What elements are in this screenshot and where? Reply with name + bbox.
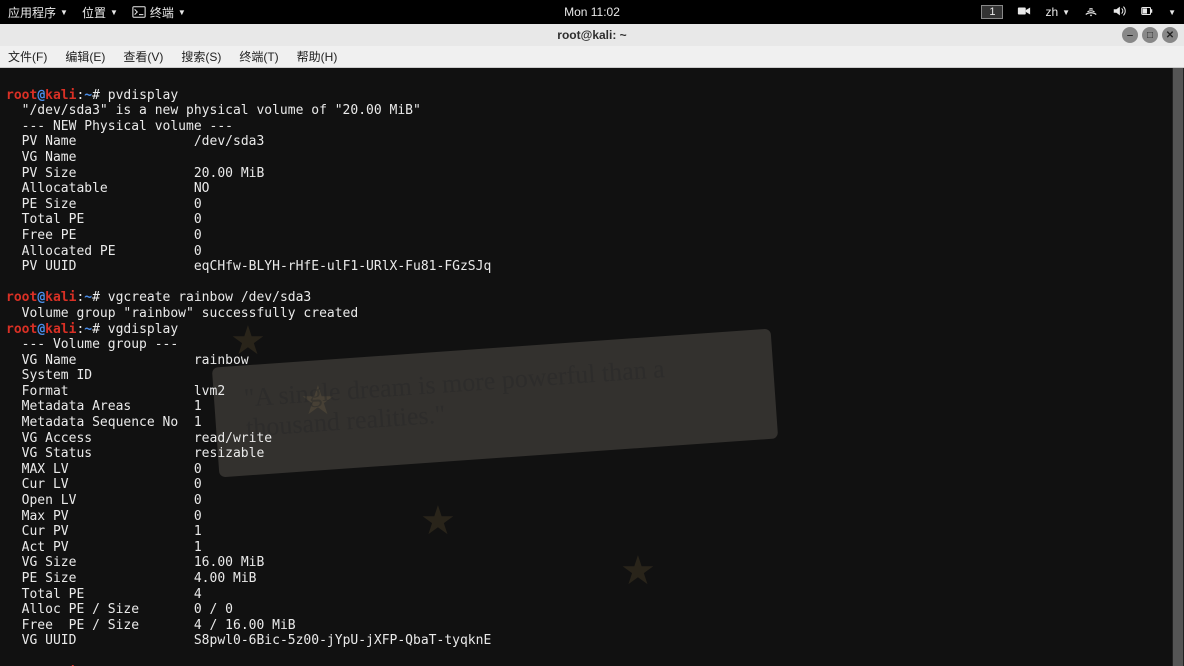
workspace-indicator[interactable]: 1 [981,5,1003,19]
kv-row: Allocated PE 0 [6,244,202,259]
command-vgcreate: vgcreate rainbow /dev/sda3 [108,290,312,305]
kv-row: VG Access read/write [6,431,272,446]
terminal-icon [132,5,146,19]
kv-row: PV UUID eqCHfw-BLYH-rHfE-ulF1-URlX-Fu81-… [6,259,491,274]
kv-row: Total PE 0 [6,212,202,227]
kv-row: Cur LV 0 [6,477,202,492]
scrollbar-thumb[interactable] [1173,68,1183,666]
network-icon[interactable] [1084,4,1098,21]
kv-row: Total PE 4 [6,587,202,602]
terminal-launcher[interactable]: 终端 ▼ [132,4,186,21]
minimize-button[interactable]: ‒ [1122,27,1138,43]
kv-row: Alloc PE / Size 0 / 0 [6,602,233,617]
kv-row: Metadata Areas 1 [6,399,202,414]
battery-icon[interactable] [1140,4,1154,21]
chevron-down-icon: ▼ [1062,8,1070,17]
kv-row: Metadata Sequence No 1 [6,415,202,430]
kv-row: VG UUID S8pwl0-6Bic-5z00-jYpU-jXFP-QbaT-… [6,633,491,648]
terminal-viewport[interactable]: ★ ★ ★ ★ "A single dream is more powerful… [0,68,1184,666]
window-title: root@kali: ~ [557,28,626,42]
menu-terminal[interactable]: 终端(T) [235,46,282,67]
kv-row: PE Size 0 [6,197,202,212]
window-titlebar[interactable]: root@kali: ~ ‒ □ ✕ [0,24,1184,46]
kv-row: PV Name /dev/sda3 [6,134,264,149]
applications-label: 应用程序 [8,4,56,21]
kv-row: System ID [6,368,194,383]
chevron-down-icon: ▼ [60,8,68,17]
language-indicator[interactable]: zh ▼ [1045,5,1070,19]
kv-row: VG Size 16.00 MiB [6,555,264,570]
menu-file[interactable]: 文件(F) [4,46,51,67]
command-vgdisplay: vgdisplay [108,322,178,337]
kv-row: Open LV 0 [6,493,202,508]
kv-row: VG Name [6,150,194,165]
places-menu[interactable]: 位置 ▼ [82,4,118,21]
command-pvdisplay: pvdisplay [108,88,178,103]
kv-row: Max PV 0 [6,509,202,524]
terminal-menubar: 文件(F) 编辑(E) 查看(V) 搜索(S) 终端(T) 帮助(H) [0,46,1184,68]
kv-row: Free PE / Size 4 / 16.00 MiB [6,618,296,633]
terminal-scrollbar[interactable] [1172,68,1184,666]
kv-row: Format lvm2 [6,384,225,399]
terminal-launcher-label: 终端 [150,4,174,21]
applications-menu[interactable]: 应用程序 ▼ [8,4,68,21]
kv-row: VG Status resizable [6,446,264,461]
close-button[interactable]: ✕ [1162,27,1178,43]
volume-icon[interactable] [1112,4,1126,21]
kv-row: PE Size 4.00 MiB [6,571,256,586]
video-icon[interactable] [1017,4,1031,21]
kv-row: Act PV 1 [6,540,202,555]
menu-view[interactable]: 查看(V) [119,46,167,67]
kv-row: MAX LV 0 [6,462,202,477]
chevron-down-icon: ▼ [110,8,118,17]
chevron-down-icon: ▼ [178,8,186,17]
maximize-button[interactable]: □ [1142,27,1158,43]
kv-row: VG Name rainbow [6,353,249,368]
system-menu-icon[interactable]: ▼ [1168,8,1176,17]
menu-search[interactable]: 搜索(S) [177,46,225,67]
kv-row: PV Size 20.00 MiB [6,166,264,181]
kv-row: Cur PV 1 [6,524,202,539]
terminal-output: root@kali:~# pvdisplay "/dev/sda3" is a … [0,68,1184,666]
kv-row: Free PE 0 [6,228,202,243]
places-label: 位置 [82,4,106,21]
kv-row: Allocatable NO [6,181,210,196]
gnome-topbar: 应用程序 ▼ 位置 ▼ 终端 ▼ Mon 11:02 1 zh ▼ [0,0,1184,24]
clock[interactable]: Mon 11:02 [564,5,620,19]
clock-label: Mon 11:02 [564,5,620,19]
menu-edit[interactable]: 编辑(E) [61,46,109,67]
menu-help[interactable]: 帮助(H) [293,46,342,67]
language-label: zh [1045,5,1058,19]
